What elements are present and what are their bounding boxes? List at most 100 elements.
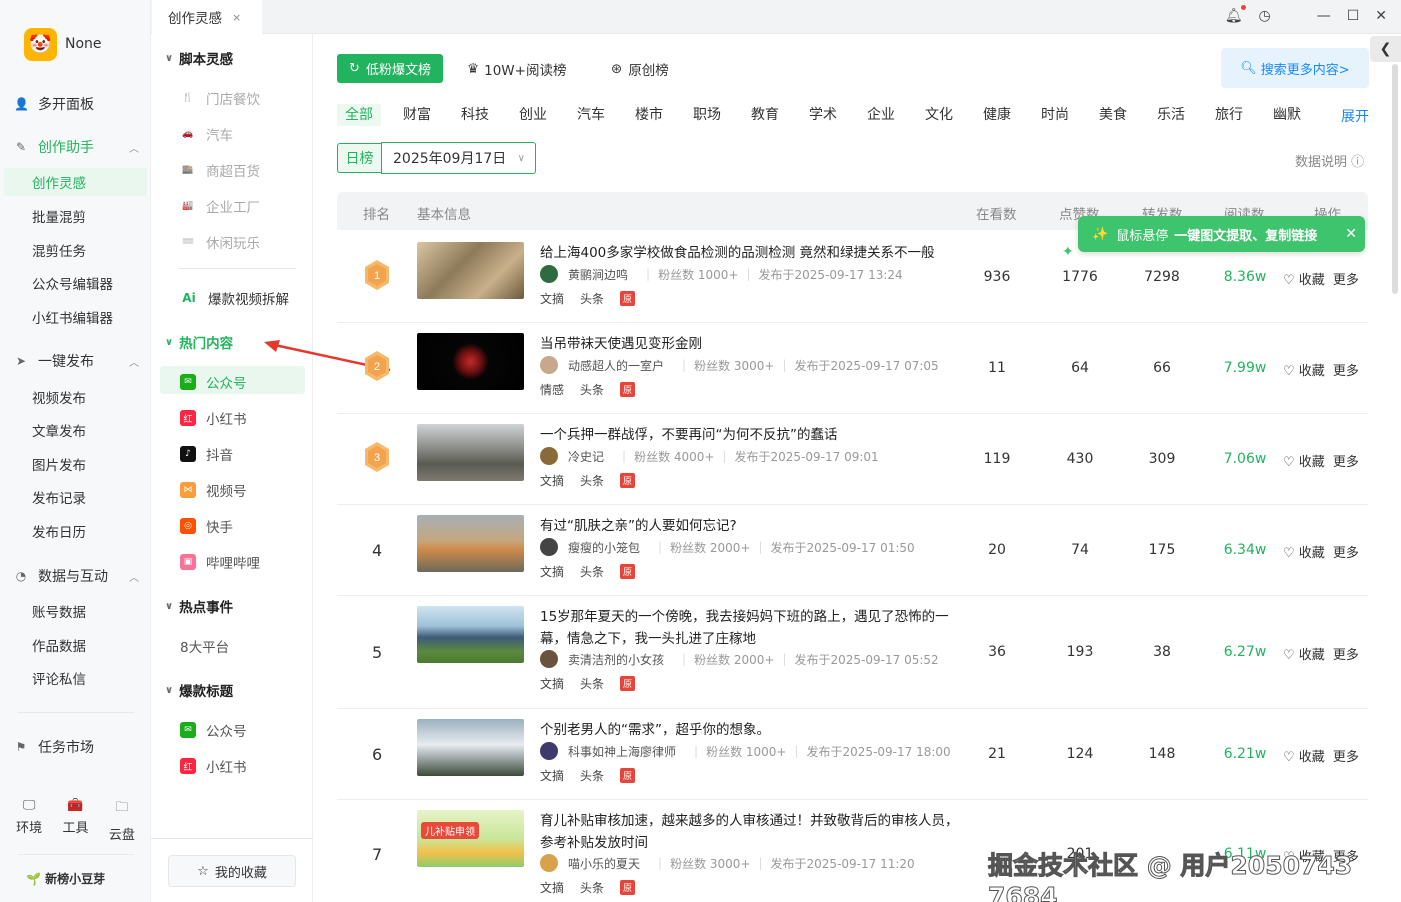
- category-tech[interactable]: 科技: [453, 104, 497, 126]
- nav-item-wechat-editor[interactable]: 公众号编辑器: [0, 268, 151, 298]
- author-name[interactable]: 动感超人的一室户: [568, 357, 664, 374]
- script-item-restaurant[interactable]: 🍴 门店餐饮: [180, 88, 260, 108]
- section-hot-content[interactable]: ∨ 热门内容: [165, 332, 233, 352]
- collapse-panel-button[interactable]: ❮: [1370, 36, 1401, 62]
- category-academic[interactable]: 学术: [801, 104, 845, 126]
- nav-publish[interactable]: ➤ 一键发布 ︿: [0, 346, 151, 376]
- article-thumbnail[interactable]: [417, 719, 524, 776]
- section-hot-titles[interactable]: ∨ 爆款标题: [165, 680, 233, 700]
- titles-item-xiaohongshu[interactable]: 红小红书: [180, 756, 247, 776]
- category-food[interactable]: 美食: [1091, 104, 1135, 126]
- data-explanation-link[interactable]: 数据说明 ⓘ: [1295, 151, 1364, 170]
- category-all[interactable]: 全部: [337, 104, 381, 126]
- search-more-button[interactable]: 🔍︎ 搜索更多内容>: [1221, 48, 1369, 88]
- nav-item-image-publish[interactable]: 图片发布: [0, 449, 151, 479]
- author-name[interactable]: 科事如神上海廖律师: [568, 743, 676, 760]
- video-breakdown-link[interactable]: Ai 爆款视频拆解: [180, 288, 289, 308]
- category-humor[interactable]: 幽默: [1265, 104, 1309, 126]
- author-name[interactable]: 卖清洁剂的小女孩: [568, 651, 664, 668]
- maximize-icon[interactable]: ☐: [1347, 8, 1360, 24]
- author-avatar[interactable]: [540, 650, 558, 668]
- tab-100k-reads[interactable]: ♛ 10W+阅读榜: [467, 54, 566, 83]
- titles-item-wechat[interactable]: ✉ 公众号: [180, 720, 247, 740]
- more-button[interactable]: 更多: [1333, 542, 1359, 561]
- script-item-supermarket[interactable]: 🏬 商超百货: [180, 160, 260, 180]
- author-name[interactable]: 黄鹂涧边鸣: [568, 266, 628, 283]
- category-enterprise[interactable]: 企业: [859, 104, 903, 126]
- hot-item-channels[interactable]: ⋈ 视频号: [180, 480, 247, 500]
- favorite-button[interactable]: ♡ 收藏: [1283, 542, 1325, 561]
- author-name[interactable]: 瘦瘦的小笼包: [568, 539, 640, 556]
- more-button[interactable]: 更多: [1333, 360, 1359, 379]
- avatar[interactable]: 🤡: [24, 28, 57, 61]
- tools-tool[interactable]: 🧰 工具: [62, 798, 88, 843]
- script-item-car[interactable]: 🚗 汽车: [180, 124, 233, 144]
- category-fashion[interactable]: 时尚: [1033, 104, 1077, 126]
- category-workplace[interactable]: 职场: [685, 104, 729, 126]
- author-avatar[interactable]: [540, 742, 558, 760]
- article-thumbnail[interactable]: [417, 242, 524, 299]
- events-item-8-platforms[interactable]: 8大平台: [180, 636, 229, 656]
- article-title[interactable]: 有过“肌肤之亲”的人要如何忘记?: [540, 515, 960, 537]
- day-rank-label[interactable]: 日榜: [337, 143, 381, 173]
- nav-item-video-publish[interactable]: 视频发布: [0, 382, 151, 412]
- article-thumbnail[interactable]: [417, 606, 524, 663]
- article-title[interactable]: 个别老男人的“需求”，超乎你的想象。: [540, 719, 960, 741]
- article-title[interactable]: 一个兵押一群战俘，不要再问“为何不反抗”的蠢话: [540, 424, 960, 446]
- article-title[interactable]: 15岁那年夏天的一个傍晚，我去接妈妈下班的路上，遇见了恐怖的一幕，情急之下，我一…: [540, 606, 960, 650]
- script-item-leisure[interactable]: 🎟 休闲玩乐: [180, 232, 260, 252]
- article-title[interactable]: 当吊带袜天使遇见变形金刚: [540, 333, 960, 355]
- nav-task-market[interactable]: ⚑ 任务市场: [0, 732, 151, 762]
- expand-categories-link[interactable]: 展开: [1341, 106, 1369, 126]
- category-education[interactable]: 教育: [743, 104, 787, 126]
- hot-item-wechat[interactable]: ✉ 公众号: [180, 372, 247, 392]
- nav-item-xhs-editor[interactable]: 小红书编辑器: [0, 302, 151, 332]
- article-thumbnail[interactable]: 儿补贴申领: [417, 810, 524, 867]
- category-travel[interactable]: 旅行: [1207, 104, 1251, 126]
- category-lifestyle[interactable]: 乐活: [1149, 104, 1193, 126]
- category-wealth[interactable]: 财富: [395, 104, 439, 126]
- favorite-button[interactable]: ♡ 收藏: [1283, 644, 1325, 663]
- author-avatar[interactable]: [540, 538, 558, 556]
- category-startup[interactable]: 创业: [511, 104, 555, 126]
- category-car[interactable]: 汽车: [569, 104, 613, 126]
- nav-item-batch-mix[interactable]: 批量混剪: [0, 201, 151, 231]
- section-script-inspiration[interactable]: ∨ 脚本灵感: [165, 48, 233, 68]
- more-button[interactable]: 更多: [1333, 746, 1359, 765]
- nav-item-publish-calendar[interactable]: 发布日历: [0, 516, 151, 546]
- nav-creation-assistant[interactable]: ✎ 创作助手 ︿: [0, 132, 151, 162]
- nav-data-interaction[interactable]: ◔ 数据与互动 ︿: [0, 561, 151, 591]
- author-name[interactable]: 冷史记: [568, 448, 604, 465]
- nav-item-comments-dm[interactable]: 评论私信: [0, 663, 151, 693]
- article-thumbnail[interactable]: [417, 515, 524, 572]
- author-avatar[interactable]: [540, 265, 558, 283]
- environment-tool[interactable]: 🖵 环境: [16, 798, 42, 843]
- article-thumbnail[interactable]: [417, 424, 524, 481]
- nav-item-article-publish[interactable]: 文章发布: [0, 415, 151, 445]
- author-avatar[interactable]: [540, 447, 558, 465]
- hot-item-bilibili[interactable]: ▣ 哔哩哔哩: [180, 552, 260, 572]
- close-window-icon[interactable]: ✕: [1375, 8, 1387, 24]
- author-avatar[interactable]: [540, 356, 558, 374]
- favorite-button[interactable]: ♡ 收藏: [1283, 360, 1325, 379]
- my-favorites-button[interactable]: ☆ 我的收藏: [168, 855, 296, 887]
- more-button[interactable]: 更多: [1333, 269, 1359, 288]
- favorite-button[interactable]: ♡ 收藏: [1283, 746, 1325, 765]
- favorite-button[interactable]: ♡ 收藏: [1283, 451, 1325, 470]
- nav-item-mix-task[interactable]: 混剪任务: [0, 235, 151, 265]
- article-title[interactable]: 给上海400多家学校做食品检测的品测检测 竟然和绿捷关系不一般: [540, 242, 960, 264]
- nav-item-account-data[interactable]: 账号数据: [0, 596, 151, 626]
- clock-icon[interactable]: ◷: [1258, 8, 1270, 24]
- close-icon[interactable]: ✕: [1345, 226, 1357, 242]
- script-item-factory[interactable]: 🏭 企业工厂: [180, 196, 260, 216]
- article-title[interactable]: 育儿补贴审核加速，越来越多的人审核通过！并致敬背后的审核人员，参考补贴发放时间: [540, 810, 960, 854]
- author-name[interactable]: 喵小乐的夏天: [568, 855, 640, 872]
- hot-item-xiaohongshu[interactable]: 红小红书: [180, 408, 247, 428]
- favorite-button[interactable]: ♡ 收藏: [1283, 269, 1325, 288]
- nav-multi-panel[interactable]: 👤 多开面板: [0, 89, 151, 119]
- nav-item-works-data[interactable]: 作品数据: [0, 630, 151, 660]
- category-culture[interactable]: 文化: [917, 104, 961, 126]
- hot-item-douyin[interactable]: ♪ 抖音: [180, 444, 233, 464]
- hot-item-kuaishou[interactable]: ◎ 快手: [180, 516, 233, 536]
- nav-item-publish-record[interactable]: 发布记录: [0, 482, 151, 512]
